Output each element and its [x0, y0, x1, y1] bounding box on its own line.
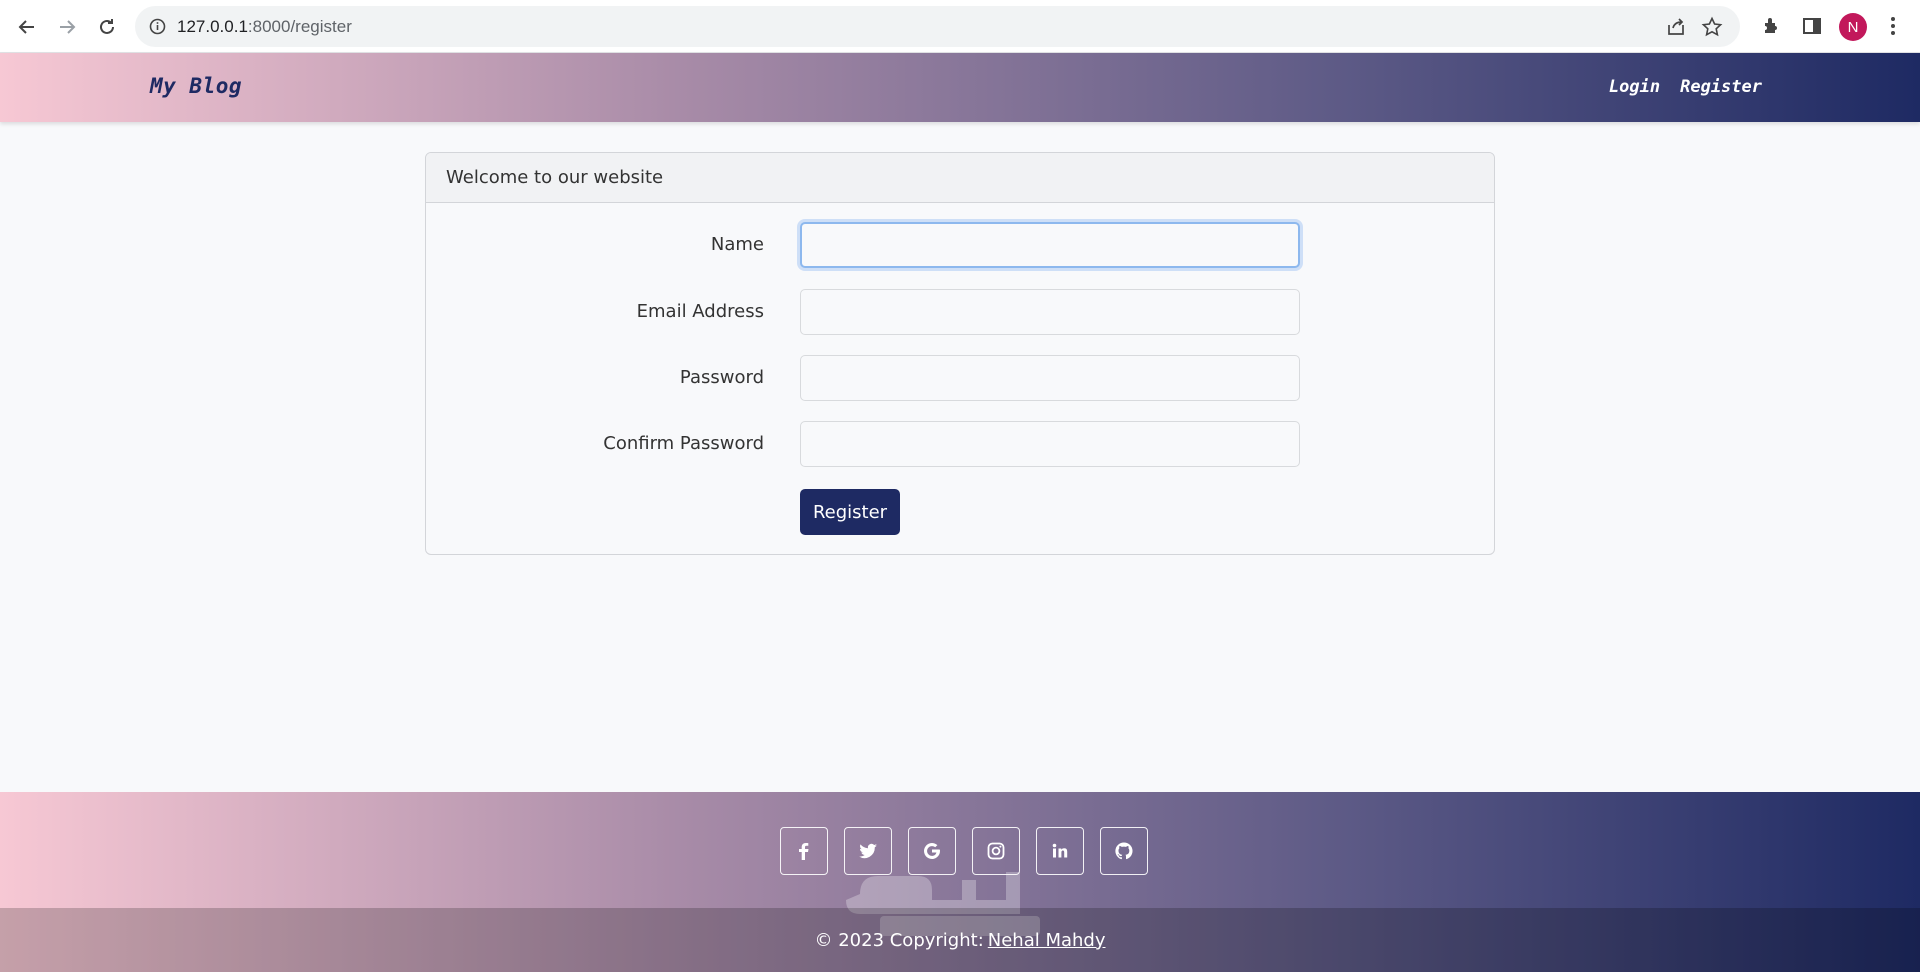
share-icon[interactable] — [1665, 16, 1687, 38]
github-link[interactable] — [1100, 827, 1148, 875]
browser-toolbar: 127.0.0.1:8000/register N — [0, 0, 1920, 53]
more-menu-icon[interactable] — [1881, 14, 1905, 38]
name-row: Name — [426, 222, 1494, 268]
url-text[interactable]: 127.0.0.1:8000/register — [177, 17, 352, 37]
copyright-bar: © 2023 Copyright: Nehal Mahdy — [0, 908, 1920, 972]
site-footer: © 2023 Copyright: Nehal Mahdy — [0, 792, 1920, 972]
facebook-icon — [799, 843, 809, 860]
nav-register-link[interactable]: Register — [1680, 77, 1762, 97]
forward-arrow-icon — [60, 20, 76, 34]
site-navbar: My Blog Login Register — [0, 53, 1920, 122]
forward-button[interactable] — [52, 12, 82, 42]
reload-button[interactable] — [92, 12, 122, 42]
name-input[interactable] — [800, 222, 1300, 268]
back-arrow-icon — [18, 20, 34, 34]
password-row: Password — [426, 355, 1494, 401]
password-label: Password — [679, 367, 764, 388]
author-link[interactable]: Nehal Mahdy — [988, 930, 1106, 951]
brand-logo-text[interactable]: My Blog — [150, 74, 242, 98]
register-card: Welcome to our website Name Email Addres… — [425, 152, 1495, 555]
github-icon — [1115, 842, 1133, 860]
reload-icon — [100, 19, 114, 34]
back-button[interactable] — [12, 12, 42, 42]
nav-links: Login Register — [1609, 77, 1762, 97]
email-label: Email Address — [636, 301, 764, 322]
bookmark-star-icon[interactable] — [1701, 16, 1723, 38]
email-input[interactable] — [800, 289, 1300, 335]
password-input[interactable] — [800, 355, 1300, 401]
site-info-icon[interactable] — [149, 18, 166, 35]
register-submit-button[interactable]: Register — [800, 489, 900, 535]
extensions-puzzle-icon[interactable] — [1760, 14, 1784, 38]
email-row: Email Address — [426, 289, 1494, 335]
profile-avatar[interactable]: N — [1839, 13, 1867, 41]
copyright-text: © 2023 Copyright: — [814, 929, 984, 951]
confirm-password-row: Confirm Password — [426, 421, 1494, 467]
name-label: Name — [710, 234, 764, 255]
nav-login-link[interactable]: Login — [1609, 77, 1660, 97]
confirm-password-label: Confirm Password — [603, 433, 764, 454]
card-header: Welcome to our website — [426, 153, 1494, 203]
address-bar[interactable]: 127.0.0.1:8000/register — [135, 6, 1740, 47]
confirm-password-input[interactable] — [800, 421, 1300, 467]
facebook-link[interactable] — [780, 827, 828, 875]
side-panel-icon[interactable] — [1800, 14, 1824, 38]
